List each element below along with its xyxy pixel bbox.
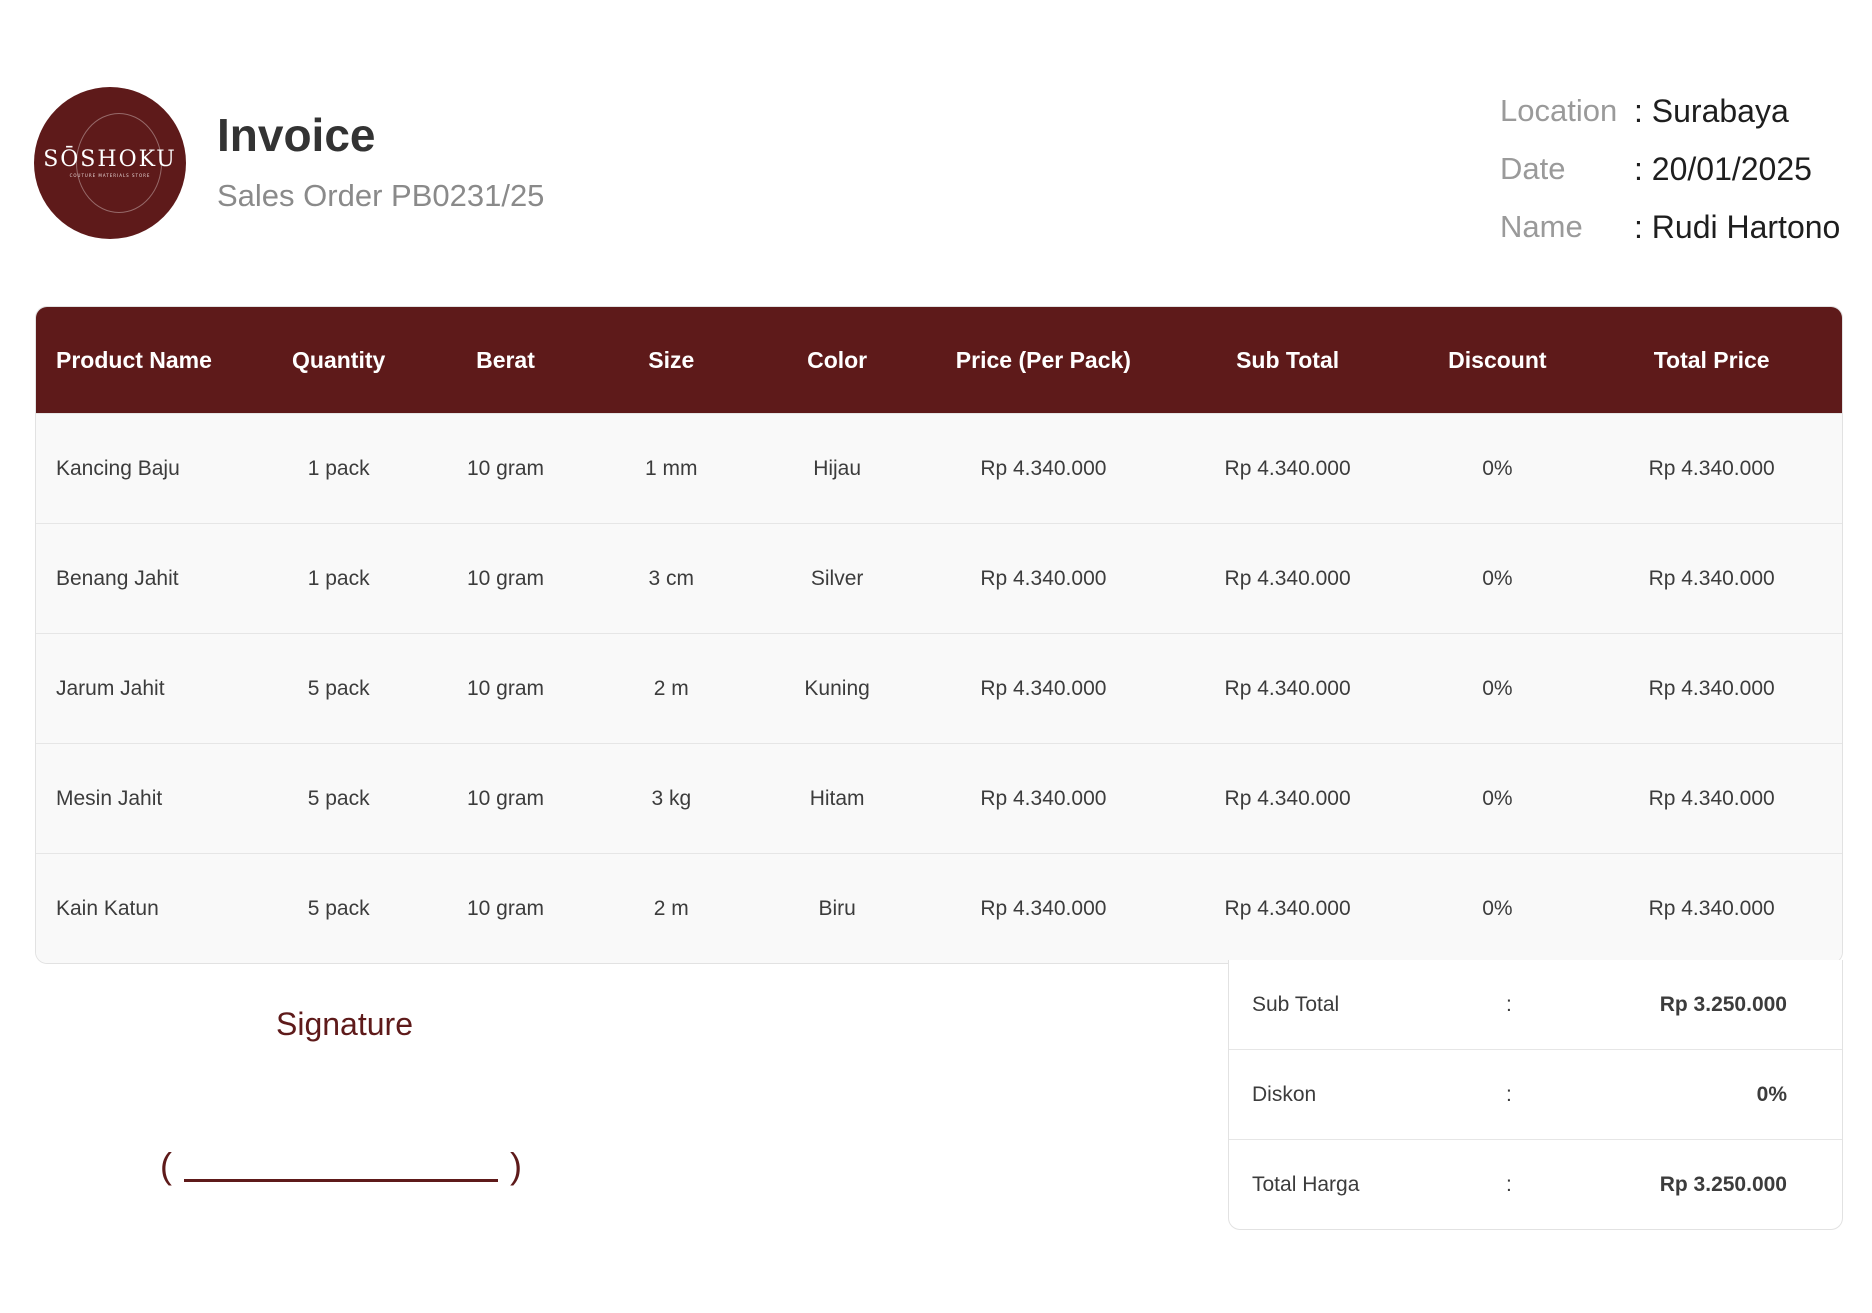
cell-discount: 0% <box>1482 786 1513 810</box>
column-header-total-price: Total Price <box>1653 346 1770 373</box>
cell-color: Hijau <box>813 456 862 480</box>
column-header-discount: Discount <box>1448 346 1547 373</box>
sub-total-colon: : <box>1506 993 1512 1016</box>
invoice-table: Product Name Quantity Berat Size Color P… <box>35 306 1843 964</box>
cell-berat: 10 gram <box>466 786 545 810</box>
cell-discount: 0% <box>1482 676 1513 700</box>
cell-color: Biru <box>818 896 856 920</box>
total-harga-colon: : <box>1506 1173 1512 1196</box>
column-header-berat: Berat <box>476 346 535 373</box>
cell-sub-total: Rp 4.340.000 <box>1224 456 1351 480</box>
cell-color: Silver <box>810 566 864 590</box>
column-header-sub-total: Sub Total <box>1236 346 1340 373</box>
diskon-colon: : <box>1506 1083 1512 1106</box>
cell-color: Hitam <box>809 786 865 810</box>
cell-size: 2 m <box>653 676 689 700</box>
cell-sub-total: Rp 4.340.000 <box>1224 676 1351 700</box>
totals-row-diskon: Diskon : 0% <box>1229 1050 1842 1140</box>
cell-price-per-pack: Rp 4.340.000 <box>980 456 1107 480</box>
total-harga-label: Total Harga <box>1252 1173 1360 1196</box>
meta-location-row: Location : Surabaya <box>1500 82 1840 140</box>
column-header-size: Size <box>648 346 695 373</box>
cell-quantity: 5 pack <box>307 786 370 810</box>
meta-name-row: Name : Rudi Hartono <box>1500 198 1840 256</box>
table-row: Kain Katun 5 pack 10 gram 2 m Biru Rp 4.… <box>36 853 1842 963</box>
date-label: Date <box>1500 151 1566 186</box>
table-header: Product Name Quantity Berat Size Color P… <box>36 307 1842 413</box>
location-label: Location <box>1500 93 1618 128</box>
cell-total-price: Rp 4.340.000 <box>1648 676 1775 700</box>
cell-berat: 10 gram <box>466 896 545 920</box>
column-header-product-name: Product Name <box>56 346 212 373</box>
total-harga-value: Rp 3.250.000 <box>1659 1173 1787 1196</box>
cell-sub-total: Rp 4.340.000 <box>1224 896 1351 920</box>
cell-price-per-pack: Rp 4.340.000 <box>980 786 1107 810</box>
store-logo: SŌSHOKU COUTURE MATERIALS STORE <box>34 87 186 239</box>
page-title: Invoice <box>217 109 376 161</box>
cell-total-price: Rp 4.340.000 <box>1648 566 1775 590</box>
diskon-label: Diskon <box>1252 1083 1317 1106</box>
cell-sub-total: Rp 4.340.000 <box>1224 786 1351 810</box>
signature-title: Signature <box>276 1006 413 1042</box>
cell-product-name: Jarum Jahit <box>56 676 165 700</box>
customer-name-label: Name <box>1500 209 1583 244</box>
table-row: Jarum Jahit 5 pack 10 gram 2 m Kuning Rp… <box>36 633 1842 743</box>
cell-size: 3 kg <box>651 786 692 810</box>
cell-total-price: Rp 4.340.000 <box>1648 786 1775 810</box>
date-value: : 20/01/2025 <box>1634 150 1812 187</box>
cell-product-name: Kain Katun <box>56 896 159 920</box>
table-row: Kancing Baju 1 pack 10 gram 1 mm Hijau R… <box>36 413 1842 523</box>
totals-summary: Sub Total : Rp 3.250.000 Diskon : 0% Tot… <box>1228 960 1843 1230</box>
cell-discount: 0% <box>1482 896 1513 920</box>
table-row: Benang Jahit 1 pack 10 gram 3 cm Silver … <box>36 523 1842 633</box>
cell-berat: 10 gram <box>466 676 545 700</box>
cell-size: 2 m <box>653 896 689 920</box>
signature-close-paren: ) <box>510 1145 522 1186</box>
cell-size: 3 cm <box>648 566 695 590</box>
signature-blank-line <box>184 1179 498 1182</box>
cell-price-per-pack: Rp 4.340.000 <box>980 896 1107 920</box>
cell-total-price: Rp 4.340.000 <box>1648 896 1775 920</box>
sub-total-value: Rp 3.250.000 <box>1659 993 1787 1016</box>
cell-berat: 10 gram <box>466 456 545 480</box>
customer-name-value: : Rudi Hartono <box>1634 208 1841 245</box>
totals-row-sub-total: Sub Total : Rp 3.250.000 <box>1229 960 1842 1050</box>
location-value: : Surabaya <box>1634 92 1789 129</box>
cell-quantity: 5 pack <box>307 676 370 700</box>
totals-row-total-harga: Total Harga : Rp 3.250.000 <box>1229 1140 1842 1230</box>
logo-tagline: COUTURE MATERIALS STORE <box>69 173 151 178</box>
sales-order-number: Sales Order PB0231/25 <box>217 178 545 213</box>
cell-product-name: Kancing Baju <box>56 456 180 480</box>
cell-quantity: 1 pack <box>307 456 370 480</box>
column-header-quantity: Quantity <box>292 346 386 373</box>
cell-product-name: Mesin Jahit <box>56 786 163 810</box>
cell-product-name: Benang Jahit <box>56 566 179 590</box>
cell-berat: 10 gram <box>466 566 545 590</box>
cell-size: 1 mm <box>645 456 698 480</box>
sub-total-label: Sub Total <box>1252 993 1340 1016</box>
cell-discount: 0% <box>1482 566 1513 590</box>
cell-price-per-pack: Rp 4.340.000 <box>980 566 1107 590</box>
cell-color: Kuning <box>804 676 870 700</box>
signature-line: ( ) <box>160 1145 522 1195</box>
column-header-price-per-pack: Price (Per Pack) <box>955 346 1131 373</box>
signature-open-paren: ( <box>160 1145 172 1186</box>
diskon-value: 0% <box>1756 1083 1787 1106</box>
cell-price-per-pack: Rp 4.340.000 <box>980 676 1107 700</box>
table-row: Mesin Jahit 5 pack 10 gram 3 kg Hitam Rp… <box>36 743 1842 853</box>
meta-date-row: Date : 20/01/2025 <box>1500 140 1840 198</box>
column-header-color: Color <box>807 346 868 373</box>
cell-quantity: 1 pack <box>307 566 370 590</box>
cell-sub-total: Rp 4.340.000 <box>1224 566 1351 590</box>
cell-total-price: Rp 4.340.000 <box>1648 456 1775 480</box>
cell-discount: 0% <box>1482 456 1513 480</box>
invoice-meta: Location : Surabaya Date : 20/01/2025 Na… <box>1500 82 1840 256</box>
logo-name: SŌSHOKU <box>43 147 177 172</box>
cell-quantity: 5 pack <box>307 896 370 920</box>
